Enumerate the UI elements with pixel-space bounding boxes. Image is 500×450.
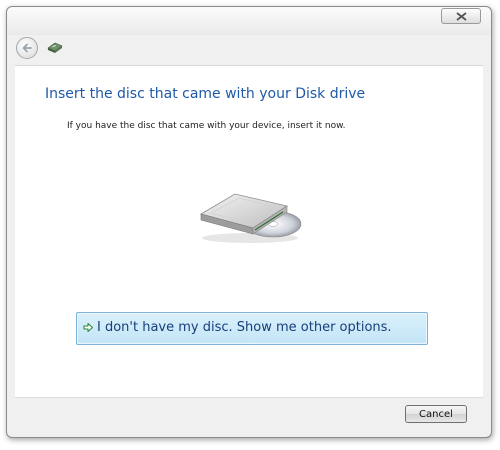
back-arrow-icon xyxy=(22,43,32,53)
cancel-button[interactable]: Cancel xyxy=(405,405,467,423)
dialog-window: Insert the disc that came with your Disk… xyxy=(6,6,492,438)
instruction-text: If you have the disc that came with your… xyxy=(67,121,346,131)
content-panel: Insert the disc that came with your Disk… xyxy=(15,65,483,398)
disk-drive-icon xyxy=(199,193,302,243)
arrow-right-icon xyxy=(83,322,94,333)
command-area: Cancel xyxy=(15,397,483,436)
close-icon xyxy=(456,12,467,21)
option-link-label: I don't have my disc. Show me other opti… xyxy=(97,320,392,335)
title-bar xyxy=(7,7,491,35)
no-disc-option-link[interactable]: I don't have my disc. Show me other opti… xyxy=(76,312,428,345)
close-button[interactable] xyxy=(441,8,481,24)
page-heading: Insert the disc that came with your Disk… xyxy=(45,86,366,102)
hardware-device-icon xyxy=(47,42,63,53)
navigation-bar xyxy=(7,35,491,67)
back-button[interactable] xyxy=(16,37,38,59)
